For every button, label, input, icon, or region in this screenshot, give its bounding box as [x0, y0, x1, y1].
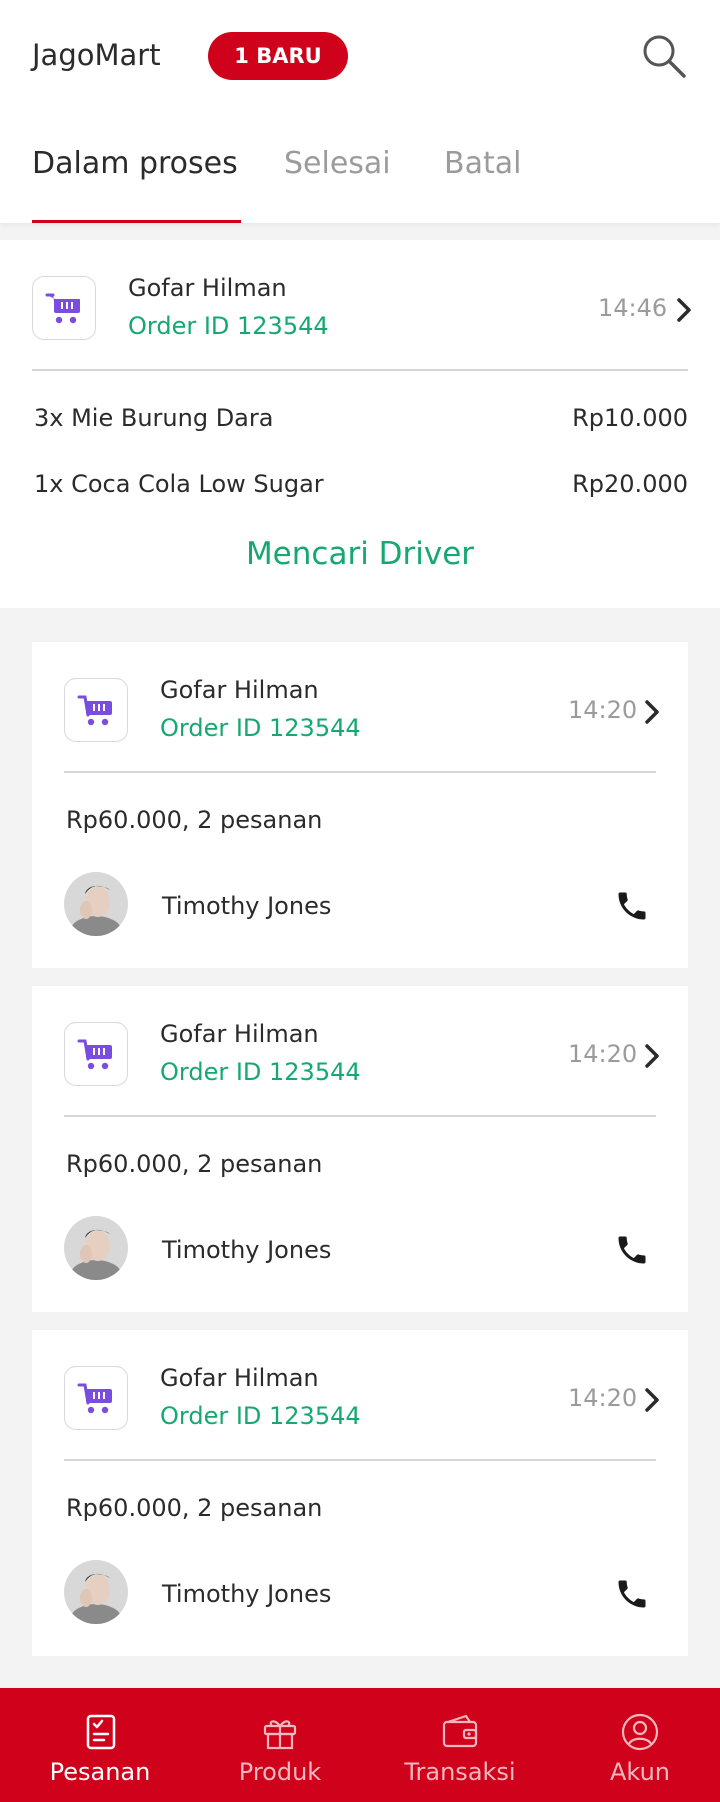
customer-name: Gofar Hilman: [160, 1020, 319, 1048]
nav-transaksi[interactable]: Transaksi: [370, 1688, 550, 1802]
app-title: JagoMart: [32, 38, 161, 72]
nav-label: Produk: [238, 1758, 322, 1786]
driver-avatar: [64, 872, 128, 936]
cart-icon: [64, 678, 128, 742]
order-summary: Rp60.000, 2 pesanan: [66, 806, 323, 834]
phone-icon[interactable]: [614, 888, 650, 924]
driver-avatar: [64, 1560, 128, 1624]
order-item-price: Rp20.000: [572, 470, 688, 498]
order-item-name: 1x Coca Cola Low Sugar: [34, 470, 324, 498]
nav-pesanan[interactable]: Pesanan: [10, 1688, 190, 1802]
order-item-name: 3x Mie Burung Dara: [34, 404, 274, 432]
order-item-price: Rp10.000: [572, 404, 688, 432]
search-icon[interactable]: [640, 32, 688, 80]
orders-icon: [80, 1712, 120, 1752]
chevron-right-icon[interactable]: [642, 1041, 662, 1071]
customer-name: Gofar Hilman: [160, 1364, 319, 1392]
driver-avatar: [64, 1216, 128, 1280]
order-summary: Rp60.000, 2 pesanan: [66, 1150, 323, 1178]
driver-name: Timothy Jones: [162, 892, 332, 920]
divider: [32, 369, 688, 371]
customer-name: Gofar Hilman: [128, 274, 287, 302]
nav-produk[interactable]: Produk: [190, 1688, 370, 1802]
tab-batal[interactable]: Batal: [444, 146, 521, 181]
driver-name: Timothy Jones: [162, 1580, 332, 1608]
tab-dalam-proses[interactable]: Dalam proses: [32, 146, 238, 181]
wallet-icon: [440, 1712, 480, 1752]
cart-icon: [64, 1022, 128, 1086]
divider: [64, 1115, 656, 1117]
cart-icon: [32, 276, 96, 340]
nav-label: Akun: [610, 1758, 670, 1786]
order-card[interactable]: Gofar Hilman Order ID 123544 14:20 Rp60.…: [32, 986, 688, 1312]
account-icon: [620, 1712, 660, 1752]
order-id: Order ID 123544: [160, 1402, 361, 1430]
order-id: Order ID 123544: [160, 1058, 361, 1086]
divider: [64, 1459, 656, 1461]
active-tab-indicator: [32, 220, 241, 223]
nav-label: Pesanan: [49, 1758, 151, 1786]
order-time: 14:20: [568, 1040, 638, 1068]
nav-akun[interactable]: Akun: [550, 1688, 720, 1802]
chevron-right-icon[interactable]: [642, 697, 662, 727]
order-time: 14:46: [598, 294, 668, 322]
chevron-right-icon[interactable]: [674, 295, 694, 325]
order-id: Order ID 123544: [128, 312, 329, 340]
phone-icon[interactable]: [614, 1232, 650, 1268]
customer-name: Gofar Hilman: [160, 676, 319, 704]
order-id: Order ID 123544: [160, 714, 361, 742]
bottom-navigation: Pesanan Produk Transaksi Akun: [0, 1688, 720, 1802]
active-order-card[interactable]: Gofar Hilman Order ID 123544 14:46 3x Mi…: [0, 240, 720, 608]
order-time: 14:20: [568, 696, 638, 724]
app-header: JagoMart 1 BARU Dalam proses Selesai Bat…: [0, 0, 720, 223]
tab-selesai[interactable]: Selesai: [284, 146, 391, 181]
nav-label: Transaksi: [404, 1758, 516, 1786]
chevron-right-icon[interactable]: [642, 1385, 662, 1415]
new-orders-badge[interactable]: 1 BARU: [208, 32, 348, 80]
gift-icon: [260, 1712, 300, 1752]
order-card[interactable]: Gofar Hilman Order ID 123544 14:20 Rp60.…: [32, 1330, 688, 1656]
driver-name: Timothy Jones: [162, 1236, 332, 1264]
order-status-tabs: Dalam proses Selesai Batal: [0, 140, 720, 223]
order-status: Mencari Driver: [245, 536, 475, 572]
order-time: 14:20: [568, 1384, 638, 1412]
order-summary: Rp60.000, 2 pesanan: [66, 1494, 323, 1522]
order-card[interactable]: Gofar Hilman Order ID 123544 14:20 Rp60.…: [32, 642, 688, 968]
cart-icon: [64, 1366, 128, 1430]
phone-icon[interactable]: [614, 1576, 650, 1612]
divider: [64, 771, 656, 773]
